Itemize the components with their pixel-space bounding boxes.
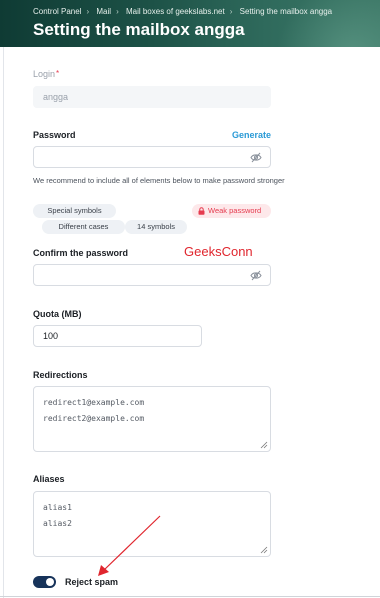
- divider: [0, 596, 380, 597]
- chevron-right-icon: ›: [116, 7, 119, 16]
- confirm-password-label: Confirm the password: [33, 248, 129, 258]
- aliases-label: Aliases: [33, 474, 65, 484]
- breadcrumb-control-panel[interactable]: Control Panel: [33, 7, 81, 16]
- redirection-line: redirect2@example.com: [43, 414, 145, 423]
- alias-line: alias1: [43, 503, 72, 512]
- requirement-pill: 14 symbols: [125, 220, 187, 234]
- chevron-right-icon: ›: [229, 7, 233, 16]
- toggle-knob: [46, 578, 54, 586]
- breadcrumb-current: Setting the mailbox angga: [239, 7, 333, 16]
- password-strength-label: Weak password: [208, 206, 262, 215]
- page-header: Control Panel › Mail › Mail boxes of geeks…: [0, 0, 380, 47]
- eye-off-icon[interactable]: [250, 152, 262, 163]
- quota-field[interactable]: 100: [33, 325, 202, 347]
- breadcrumb: Control Panel › Mail › Mail boxes of geeks…: [33, 7, 335, 16]
- confirm-password-field[interactable]: [33, 264, 271, 286]
- breadcrumb-mail-boxes[interactable]: Mail boxes of geekslabs.net: [126, 7, 225, 16]
- eye-off-icon[interactable]: [250, 270, 262, 281]
- page-title: Setting the mailbox angga: [33, 20, 245, 39]
- quota-label: Quota (MB): [33, 309, 82, 319]
- password-field[interactable]: [33, 146, 271, 168]
- reject-spam-label: Reject spam: [65, 577, 119, 587]
- required-marker: *: [56, 69, 60, 78]
- generate-link[interactable]: Generate: [232, 130, 271, 140]
- redirections-label: Redirections: [33, 370, 88, 380]
- resize-handle-icon[interactable]: [260, 546, 268, 554]
- password-strength-badge: Weak password: [192, 204, 271, 218]
- reject-spam-toggle[interactable]: [33, 576, 56, 588]
- alias-line: alias2: [43, 519, 72, 528]
- requirement-pill: Different cases: [42, 220, 125, 234]
- requirement-pill: Special symbols: [33, 204, 116, 218]
- divider: [3, 47, 4, 598]
- resize-handle-icon[interactable]: [260, 441, 268, 449]
- breadcrumb-mail[interactable]: Mail: [96, 7, 111, 16]
- redirection-line: redirect1@example.com: [43, 398, 145, 407]
- password-label: Password: [33, 130, 76, 140]
- password-hint: We recommend to include all of elements …: [33, 176, 285, 185]
- aliases-textarea[interactable]: alias1 alias2: [33, 491, 271, 557]
- login-label: Login*: [33, 69, 60, 79]
- watermark: GeeksConn: [184, 244, 253, 259]
- lock-icon: [198, 207, 205, 215]
- login-field: angga: [33, 86, 271, 108]
- redirections-textarea[interactable]: redirect1@example.com redirect2@example.…: [33, 386, 271, 452]
- chevron-right-icon: ›: [86, 7, 90, 16]
